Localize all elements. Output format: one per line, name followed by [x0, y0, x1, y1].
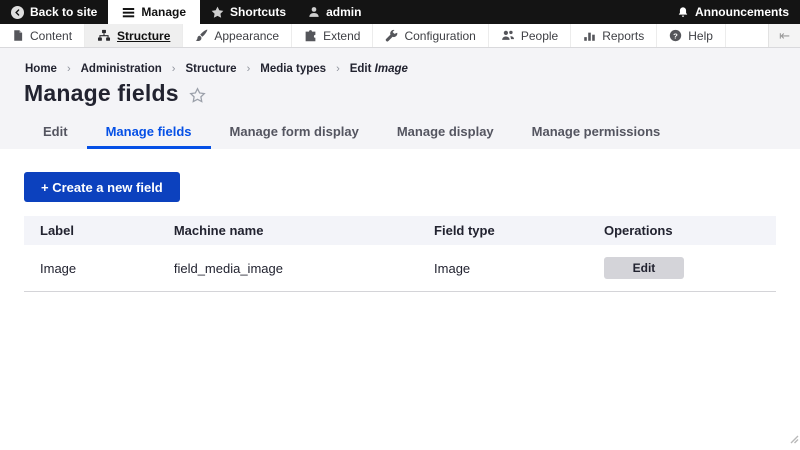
- tab-manage-display[interactable]: Manage display: [378, 115, 513, 149]
- breadcrumb-separator: ›: [247, 63, 251, 75]
- announcements-link[interactable]: Announcements: [666, 0, 800, 24]
- column-header-machine-name: Machine name: [158, 216, 418, 245]
- brush-icon: [195, 29, 208, 42]
- question-icon: ?: [669, 29, 682, 42]
- menu-item-reports[interactable]: Reports: [571, 24, 657, 47]
- menu-item-label: Extend: [323, 29, 360, 43]
- breadcrumb: Home › Administration › Structure › Medi…: [0, 63, 800, 75]
- menu-item-people[interactable]: People: [489, 24, 571, 47]
- svg-text:?: ?: [673, 31, 678, 40]
- admin-menu-bar: Content Structure Appearance Extend Conf…: [0, 24, 800, 48]
- title-row: Manage fields: [0, 75, 800, 108]
- admin-topbar: Back to site Manage Shortcuts admin Anno…: [0, 0, 800, 24]
- people-icon: [501, 29, 515, 42]
- table-row: Image field_media_image Image Edit: [24, 245, 776, 292]
- menu-item-content[interactable]: Content: [0, 24, 85, 47]
- page-title: Manage fields: [24, 80, 179, 107]
- toolbar-orientation-toggle[interactable]: ⇤: [768, 24, 800, 47]
- resize-grip-icon[interactable]: [788, 431, 799, 449]
- menu-item-label: Configuration: [404, 29, 475, 43]
- fields-table: Label Machine name Field type Operations…: [24, 216, 776, 292]
- column-header-label: Label: [24, 216, 158, 245]
- menu-item-appearance[interactable]: Appearance: [183, 24, 292, 47]
- menu-item-extend[interactable]: Extend: [292, 24, 373, 47]
- bookmark-star-icon[interactable]: [189, 87, 206, 104]
- back-to-site-label: Back to site: [30, 5, 97, 19]
- file-icon: [12, 29, 24, 42]
- cell-field-type: Image: [418, 245, 588, 292]
- tab-manage-form-display[interactable]: Manage form display: [211, 115, 378, 149]
- breadcrumb-current: Edit Image: [350, 63, 408, 75]
- cell-field-label: Image: [24, 245, 158, 292]
- menu-item-label: Reports: [602, 29, 644, 43]
- table-header-row: Label Machine name Field type Operations: [24, 216, 776, 245]
- wrench-icon: [385, 29, 398, 42]
- back-to-site-link[interactable]: Back to site: [0, 0, 108, 24]
- user-menu[interactable]: admin: [297, 0, 372, 24]
- menu-item-configuration[interactable]: Configuration: [373, 24, 488, 47]
- sitemap-icon: [97, 29, 111, 42]
- menu-item-label: People: [521, 29, 558, 43]
- puzzle-icon: [304, 29, 317, 42]
- primary-tabs: Edit Manage fields Manage form display M…: [0, 108, 800, 149]
- manage-tab[interactable]: Manage: [108, 0, 200, 24]
- breadcrumb-separator: ›: [172, 63, 176, 75]
- menu-item-label: Help: [688, 29, 713, 43]
- menu-item-label: Appearance: [214, 29, 279, 43]
- breadcrumb-administration[interactable]: Administration: [81, 63, 162, 75]
- collapse-left-icon: ⇤: [779, 28, 790, 44]
- breadcrumb-home[interactable]: Home: [25, 63, 57, 75]
- menu-item-label: Content: [30, 29, 72, 43]
- menu-item-help[interactable]: ? Help: [657, 24, 726, 47]
- hamburger-icon: [122, 6, 135, 19]
- announcements-label: Announcements: [695, 5, 789, 19]
- back-arrow-icon: [11, 6, 24, 19]
- bell-icon: [677, 6, 689, 19]
- person-icon: [308, 6, 320, 18]
- tab-edit[interactable]: Edit: [24, 115, 87, 149]
- breadcrumb-media-types[interactable]: Media types: [260, 63, 326, 75]
- create-new-field-button[interactable]: + Create a new field: [24, 172, 180, 202]
- breadcrumb-separator: ›: [67, 63, 71, 75]
- main-content: + Create a new field Label Machine name …: [0, 149, 800, 292]
- user-label: admin: [326, 5, 361, 19]
- menu-item-label: Structure: [117, 29, 170, 43]
- star-filled-icon: [211, 6, 224, 19]
- breadcrumb-structure[interactable]: Structure: [185, 63, 236, 75]
- manage-label: Manage: [141, 5, 186, 19]
- column-header-operations: Operations: [588, 216, 776, 245]
- column-header-field-type: Field type: [418, 216, 588, 245]
- menu-item-structure[interactable]: Structure: [85, 24, 183, 47]
- breadcrumb-current-entity: Image: [375, 63, 408, 75]
- edit-field-button[interactable]: Edit: [604, 257, 684, 279]
- cell-machine-name: field_media_image: [158, 245, 418, 292]
- shortcuts-link[interactable]: Shortcuts: [200, 0, 297, 24]
- shortcuts-label: Shortcuts: [230, 5, 286, 19]
- breadcrumb-separator: ›: [336, 63, 340, 75]
- bar-chart-icon: [583, 29, 596, 42]
- topbar-spacer: [372, 0, 666, 24]
- tab-manage-permissions[interactable]: Manage permissions: [513, 115, 680, 149]
- page-header: Home › Administration › Structure › Medi…: [0, 48, 800, 149]
- tab-manage-fields[interactable]: Manage fields: [87, 115, 211, 149]
